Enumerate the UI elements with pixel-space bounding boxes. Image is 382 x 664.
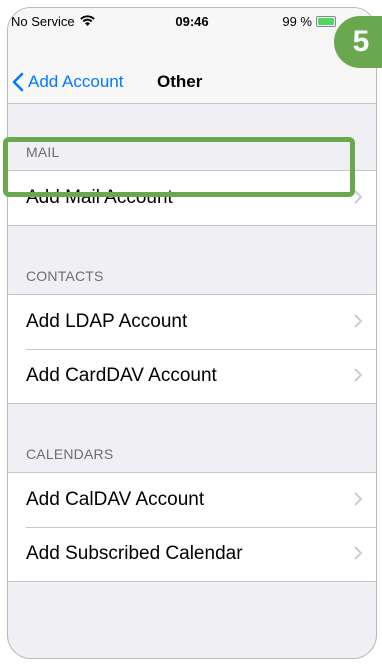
back-chevron-icon	[12, 72, 24, 92]
navigation-bar: Add Account Other	[8, 36, 376, 104]
row-label: Add Mail Account	[26, 187, 173, 208]
section-header-calendars: CALENDARS	[26, 446, 114, 462]
chevron-right-icon	[354, 368, 362, 382]
list-item-add-mail-account[interactable]: Add Mail Account	[8, 171, 376, 225]
group-contacts: Add LDAP Account Add CardDAV Account	[8, 294, 376, 404]
group-mail: Add Mail Account	[8, 170, 376, 226]
row-label: Add CardDAV Account	[26, 365, 217, 386]
back-button-label: Add Account	[28, 72, 124, 91]
status-bar: No Service 09:46 99 %	[8, 8, 376, 36]
page-title: Other	[157, 72, 203, 91]
battery-percent: 99 %	[282, 14, 312, 29]
row-label: Add Subscribed Calendar	[26, 543, 243, 564]
phone-frame: No Service 09:46 99 % Add Account Other …	[7, 7, 377, 659]
step-number-badge: 5	[334, 16, 382, 68]
row-label: Add LDAP Account	[26, 311, 188, 332]
section-header-mail: MAIL	[26, 144, 60, 160]
list-item-add-caldav-account[interactable]: Add CalDAV Account	[8, 473, 376, 527]
battery-level-fill	[318, 18, 334, 25]
list-item-add-subscribed-calendar[interactable]: Add Subscribed Calendar	[8, 527, 376, 581]
back-button[interactable]: Add Account	[12, 72, 123, 92]
group-calendars: Add CalDAV Account Add Subscribed Calend…	[8, 472, 376, 582]
list-item-add-ldap-account[interactable]: Add LDAP Account	[8, 295, 376, 349]
battery-icon	[316, 16, 336, 27]
chevron-right-icon	[354, 546, 362, 560]
list-item-add-carddav-account[interactable]: Add CardDAV Account	[8, 349, 376, 403]
row-label: Add CalDAV Account	[26, 489, 205, 510]
chevron-right-icon	[354, 314, 362, 328]
chevron-right-icon	[354, 190, 362, 204]
chevron-right-icon	[354, 492, 362, 506]
section-header-contacts: CONTACTS	[26, 268, 104, 284]
status-right: 99 %	[282, 14, 336, 29]
